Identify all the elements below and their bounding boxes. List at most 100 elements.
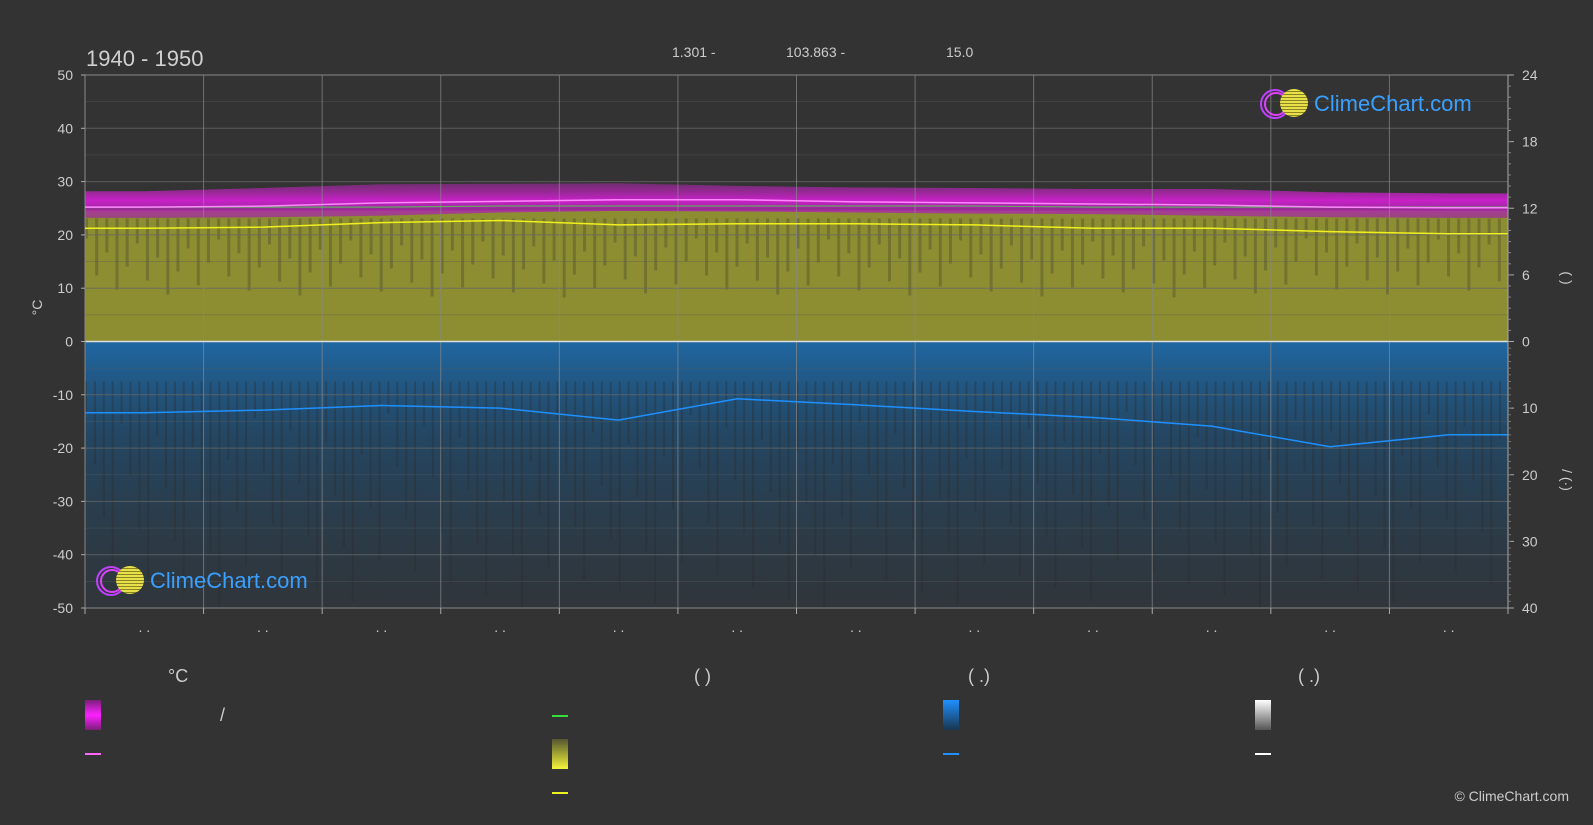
logo-top[interactable]: ClimeChart.com [1260,89,1500,119]
y-tick-label: -50 [53,600,73,616]
sunshine-stripe [1386,218,1390,295]
sunshine-stripe [1396,218,1400,272]
sunshine-stripe [1081,218,1085,265]
sunshine-stripe [623,218,627,280]
sunshine-stripe [379,218,383,292]
precipitation-stripe [1410,381,1413,509]
legend-temp-separator: / [220,705,226,725]
precipitation-stripe [458,381,461,438]
period-title: 1940 - 1950 [86,46,204,71]
sunshine-stripe [908,218,912,296]
precipitation-stripe [876,381,879,529]
precipitation-stripe [947,381,950,553]
precipitation-stripe [1374,381,1377,497]
y-tick-label: 40 [57,120,73,136]
sunshine-stripe [125,218,129,267]
precipitation-stripe [503,381,506,503]
precipitation-stripe [280,381,283,578]
precipitation-stripe [1330,381,1333,432]
sunshine-stripe [969,218,973,278]
right-tick-label-sun: 6 [1522,267,1530,283]
sunshine-stripe [186,218,190,249]
precipitation-stripe [236,381,239,513]
precipitation-stripe [1339,381,1342,485]
sunshine-stripe [1213,218,1217,266]
precipitation-stripe [1116,381,1119,560]
sunshine-stripe [1284,218,1288,285]
precipitation-stripe [1205,381,1208,490]
right-tick-label-precip: 30 [1522,533,1538,549]
precipitation-stripe [200,381,203,501]
precipitation-stripe [334,381,337,496]
sunshine-stripe [694,218,698,239]
precipitation-stripe [743,381,746,534]
sunshine-stripe [1314,218,1318,276]
sunshine-stripe [471,218,475,265]
legend-precip-head: ( .) [968,666,990,686]
x-tick-label: . . [1443,619,1455,635]
precipitation-stripe [1089,381,1092,601]
precipitation-stripe [1454,381,1457,574]
sunshine-stripe [511,218,515,293]
precipitation-stripe [138,381,141,530]
precipitation-stripe [1499,381,1502,439]
precipitation-stripe [120,381,123,424]
sunshine-stripe [196,218,200,286]
precipitation-stripe [938,381,941,500]
x-tick-label: . . [1206,619,1218,635]
sunshine-stripe [308,218,312,273]
precipitation-stripe [520,381,523,609]
sunshine-stripe [420,218,424,260]
y-tick-label: -30 [53,493,73,509]
sunshine-stripe [867,218,871,268]
y-axis-label: °C [29,300,45,316]
y-tick-label: -40 [53,547,73,563]
precipitation-stripe [823,381,826,611]
precipitation-stripe [387,381,390,414]
y-tick-label: 0 [65,334,73,350]
precipitation-stripe [93,381,96,465]
sunshine-stripe [644,218,648,294]
right-axis-label-precip: / (·) [1559,469,1575,491]
sunshine-stripe [278,218,282,282]
precipitation-stripe [591,381,594,433]
legend-temp-range-swatch [85,700,101,730]
logo-bottom[interactable]: ClimeChart.com [96,566,336,596]
sunshine-stripe [501,218,505,256]
sunshine-stripe [237,218,241,254]
precipitation-stripe [147,381,150,583]
sunshine-stripe [1030,218,1034,260]
sunshine-stripe [247,218,251,291]
sunshine-stripe [918,218,922,273]
sunshine-stripe [1233,218,1237,280]
right-tick-label-sun: 18 [1522,134,1538,150]
sunshine-stripe [562,218,566,298]
sunshine-stripe [674,218,678,285]
precipitation-stripe [1365,381,1368,444]
precipitation-stripe [1347,381,1350,538]
sunshine-stripe [135,218,139,244]
sunshine-stripe [826,218,830,240]
sunshine-stripe [654,218,658,271]
sunshine-stripe [542,218,546,284]
legend-temp-head: °C [168,666,189,686]
precipitation-stripe [627,381,630,445]
sunshine-stripe [938,218,942,287]
legend-sunshine-mean-swatch [552,792,568,794]
sunshine-stripe [1477,218,1481,268]
precipitation-stripe [707,381,710,522]
logo-sun-icon [1280,89,1308,117]
precipitation-stripe [485,381,488,597]
precipitation-stripe [725,381,728,428]
sunshine-stripe [1487,218,1491,245]
sunshine-stripe [1182,218,1186,275]
precipitation-stripe [1045,381,1048,536]
precipitation-stripe [476,381,479,544]
sunshine-stripe [755,218,759,281]
sunshine-stripe [593,218,597,289]
sunshine-stripe [572,218,576,275]
precipitation-stripe [1027,381,1030,430]
legend-sunshine-swatch [552,739,568,769]
latitude-label: 1.301 - [672,44,716,60]
logo-text: ClimeChart.com [1314,91,1472,116]
